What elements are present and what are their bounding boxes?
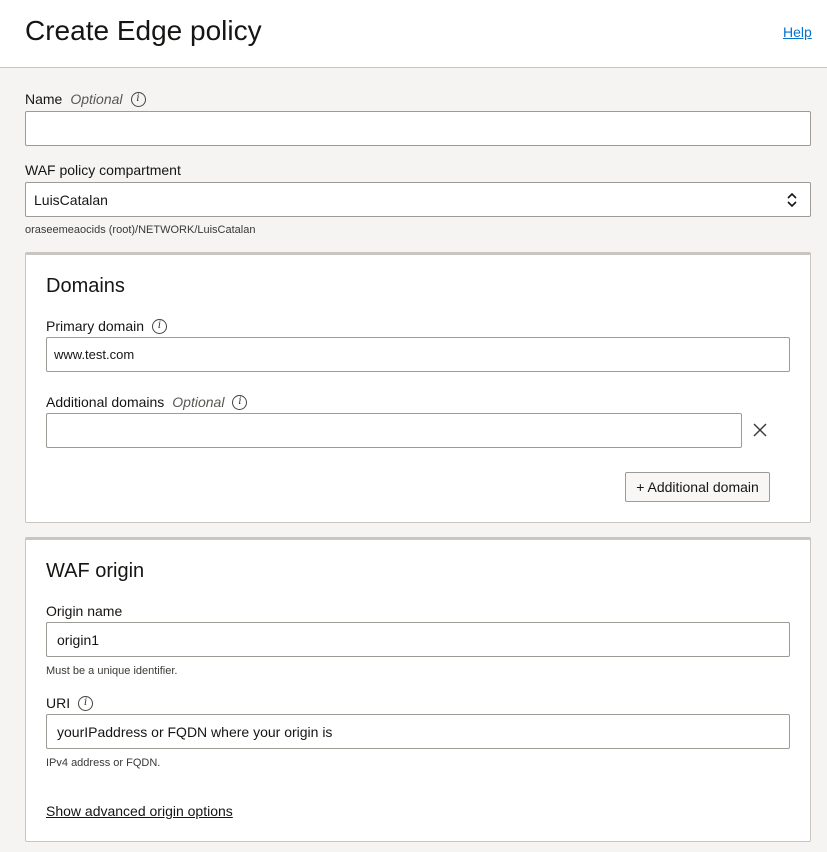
uri-label: URI i <box>46 695 94 711</box>
origin-name-hint: Must be a unique identifier. <box>46 665 178 677</box>
additional-domains-label-text: Additional domains <box>46 394 165 410</box>
info-icon[interactable]: i <box>232 394 248 410</box>
add-domain-button[interactable]: + Additional domain <box>625 472 770 502</box>
origin-name-label: Origin name <box>46 603 122 619</box>
additional-domains-optional-text: Optional <box>172 394 225 410</box>
origin-name-input[interactable]: origin1 <box>46 622 790 657</box>
uri-hint: IPv4 address or FQDN. <box>46 757 161 769</box>
page-header: Create Edge policy Help <box>0 0 827 68</box>
close-icon[interactable] <box>752 422 768 438</box>
compartment-select[interactable]: LuisCatalan <box>25 182 811 217</box>
name-label-text: Name <box>25 91 63 107</box>
compartment-path: oraseemeaocids (root)/NETWORK/LuisCatala… <box>25 224 256 236</box>
advanced-origin-options-link[interactable]: Show advanced origin options <box>46 803 233 819</box>
waf-origin-card: WAF origin Origin name origin1 Must be a… <box>25 537 811 842</box>
up-down-chevron-icon <box>787 192 797 208</box>
name-input[interactable] <box>25 111 811 146</box>
domains-title: Domains <box>46 275 125 297</box>
primary-domain-label: Primary domain i <box>46 318 168 334</box>
help-link[interactable]: Help <box>783 24 812 40</box>
compartment-label-text: WAF policy compartment <box>25 162 181 178</box>
uri-label-text: URI <box>46 695 71 711</box>
info-icon[interactable]: i <box>130 91 146 107</box>
additional-domain-input[interactable] <box>46 413 742 448</box>
uri-input[interactable]: yourIPaddress or FQDN where your origin … <box>46 714 790 749</box>
primary-domain-label-text: Primary domain <box>46 318 145 334</box>
compartment-label: WAF policy compartment <box>25 162 181 178</box>
domains-card: Domains Primary domain i www.test.com Ad… <box>25 252 811 523</box>
info-icon[interactable]: i <box>78 695 94 711</box>
info-icon[interactable]: i <box>152 318 168 334</box>
origin-name-label-text: Origin name <box>46 603 123 619</box>
compartment-select-value: LuisCatalan <box>34 191 108 208</box>
name-optional-text: Optional <box>70 91 123 107</box>
page-title: Create Edge policy <box>25 15 262 46</box>
primary-domain-input[interactable]: www.test.com <box>46 337 790 372</box>
additional-domains-label: Additional domains Optional i <box>46 394 248 410</box>
waf-origin-title: WAF origin <box>46 560 145 582</box>
name-label: Name Optional i <box>25 91 146 107</box>
